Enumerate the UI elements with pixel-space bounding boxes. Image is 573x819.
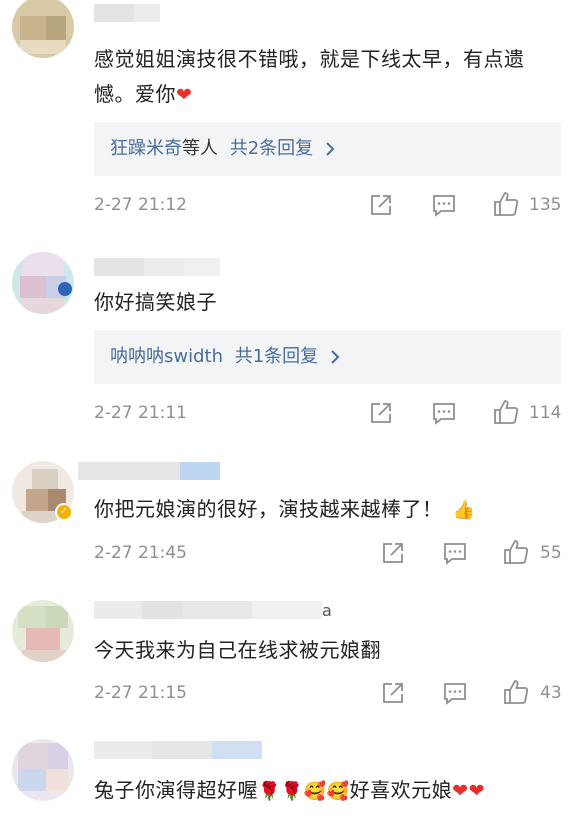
- username-blurred[interactable]: [78, 462, 220, 480]
- comment-text: 感觉姐姐演技很不错哦，就是下线太早，有点遗憾。爱你❤: [94, 47, 525, 106]
- like-count: 135: [529, 195, 562, 215]
- like-count: 55: [540, 543, 562, 563]
- share-icon[interactable]: [369, 193, 393, 217]
- avatar[interactable]: [12, 600, 74, 662]
- share-icon[interactable]: [369, 401, 393, 425]
- comment-text: 今天我来为自己在线求被元娘翻: [94, 638, 381, 662]
- comment-item: a 今天我来为自己在线求被元娘翻 2-27 21:15 43: [0, 593, 573, 723]
- like-count: 43: [540, 683, 562, 703]
- verified-badge-icon: ✓: [55, 503, 73, 521]
- like-count: 114: [529, 403, 562, 423]
- share-icon[interactable]: [381, 681, 405, 705]
- comment-item: 感觉姐姐演技很不错哦，就是下线太早，有点遗憾。爱你❤ 狂躁米奇等人 共2条回复 …: [0, 0, 573, 230]
- thumbs-up-icon[interactable]: [503, 679, 529, 705]
- comment-icon[interactable]: [443, 681, 467, 705]
- comment-text: 你好搞笑娘子: [94, 290, 217, 314]
- comment-time: 2-27 21:12: [94, 195, 187, 215]
- username-blurred[interactable]: [94, 741, 262, 759]
- comment-text: 你把元娘演的很好，演技越来越棒了！ 👍: [94, 492, 553, 528]
- comment-icon[interactable]: [432, 193, 456, 217]
- chevron-right-icon: [330, 330, 340, 384]
- replies-link[interactable]: 呐呐呐swidth 共1条回复: [94, 330, 561, 384]
- thumbs-up-emoji: 👍: [452, 500, 476, 521]
- username-blurred[interactable]: [94, 4, 160, 22]
- comment-time: 2-27 21:45: [94, 543, 187, 563]
- avatar[interactable]: [12, 739, 74, 801]
- comment-item: 兔子你演得超好喔🌹🌹🥰🥰好喜欢元娘❤❤: [0, 733, 573, 819]
- comment-item: 你好搞笑娘子 呐呐呐swidth 共1条回复 2-27 21:11 114: [0, 240, 573, 440]
- avatar[interactable]: [12, 0, 74, 58]
- chevron-right-icon: [325, 122, 335, 176]
- comment-item: ✓ 你把元娘演的很好，演技越来越棒了！ 👍 2-27 21:45 55: [0, 455, 573, 585]
- replies-link[interactable]: 狂躁米奇等人 共2条回复: [94, 122, 561, 176]
- comment-text: 兔子你演得超好喔🌹🌹🥰🥰好喜欢元娘❤❤: [94, 773, 553, 809]
- heart-emoji: ❤: [176, 84, 193, 106]
- username-blurred[interactable]: [94, 601, 322, 619]
- avatar[interactable]: [12, 252, 74, 314]
- thumbs-up-icon[interactable]: [493, 399, 519, 425]
- comment-icon[interactable]: [443, 541, 467, 565]
- username-blurred[interactable]: [94, 258, 220, 276]
- heart-emoji: ❤❤: [452, 780, 485, 802]
- comment-icon[interactable]: [432, 401, 456, 425]
- rose-smile-emoji-group: 🌹🌹🥰🥰: [258, 781, 350, 802]
- thumbs-up-icon[interactable]: [503, 539, 529, 565]
- thumbs-up-icon[interactable]: [493, 191, 519, 217]
- comment-time: 2-27 21:15: [94, 683, 187, 703]
- comment-time: 2-27 21:11: [94, 403, 187, 423]
- share-icon[interactable]: [381, 541, 405, 565]
- username-tail: a: [322, 601, 332, 620]
